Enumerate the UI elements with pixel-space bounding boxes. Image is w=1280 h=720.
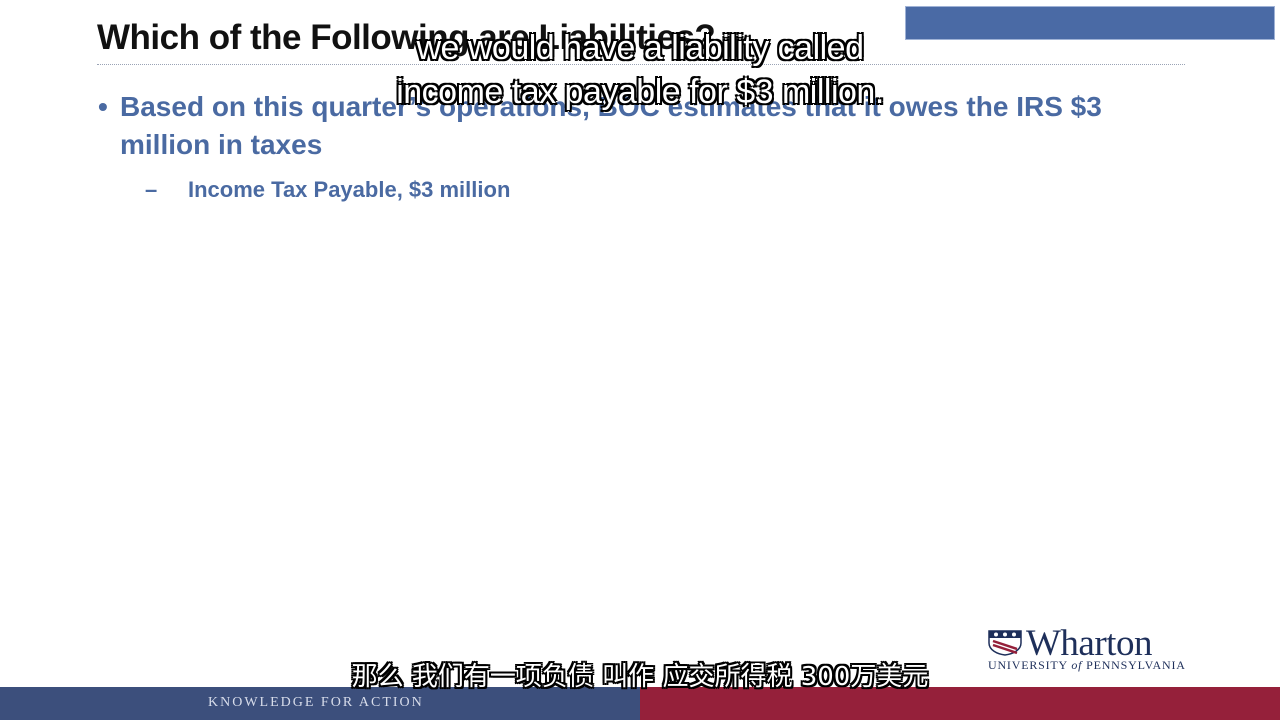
english-subtitle-line-1: we would have a liability called [415, 28, 865, 68]
sub-bullet-item: – Income Tax Payable, $3 million [145, 174, 510, 206]
sub-bullet-text: Income Tax Payable, $3 million [188, 177, 511, 202]
chinese-subtitle: 那么 我们有一项负债 叫作 应交所得税 300万美元 [351, 662, 929, 692]
footer-tagline: KNOWLEDGE FOR ACTION [208, 695, 424, 710]
english-subtitle-line-2: income tax payable for $3 million. [395, 72, 885, 112]
english-subtitle: we would have a liability called income … [0, 26, 1280, 114]
sub-bullet-marker: – [145, 177, 158, 202]
penn-shield-icon [988, 630, 1022, 656]
